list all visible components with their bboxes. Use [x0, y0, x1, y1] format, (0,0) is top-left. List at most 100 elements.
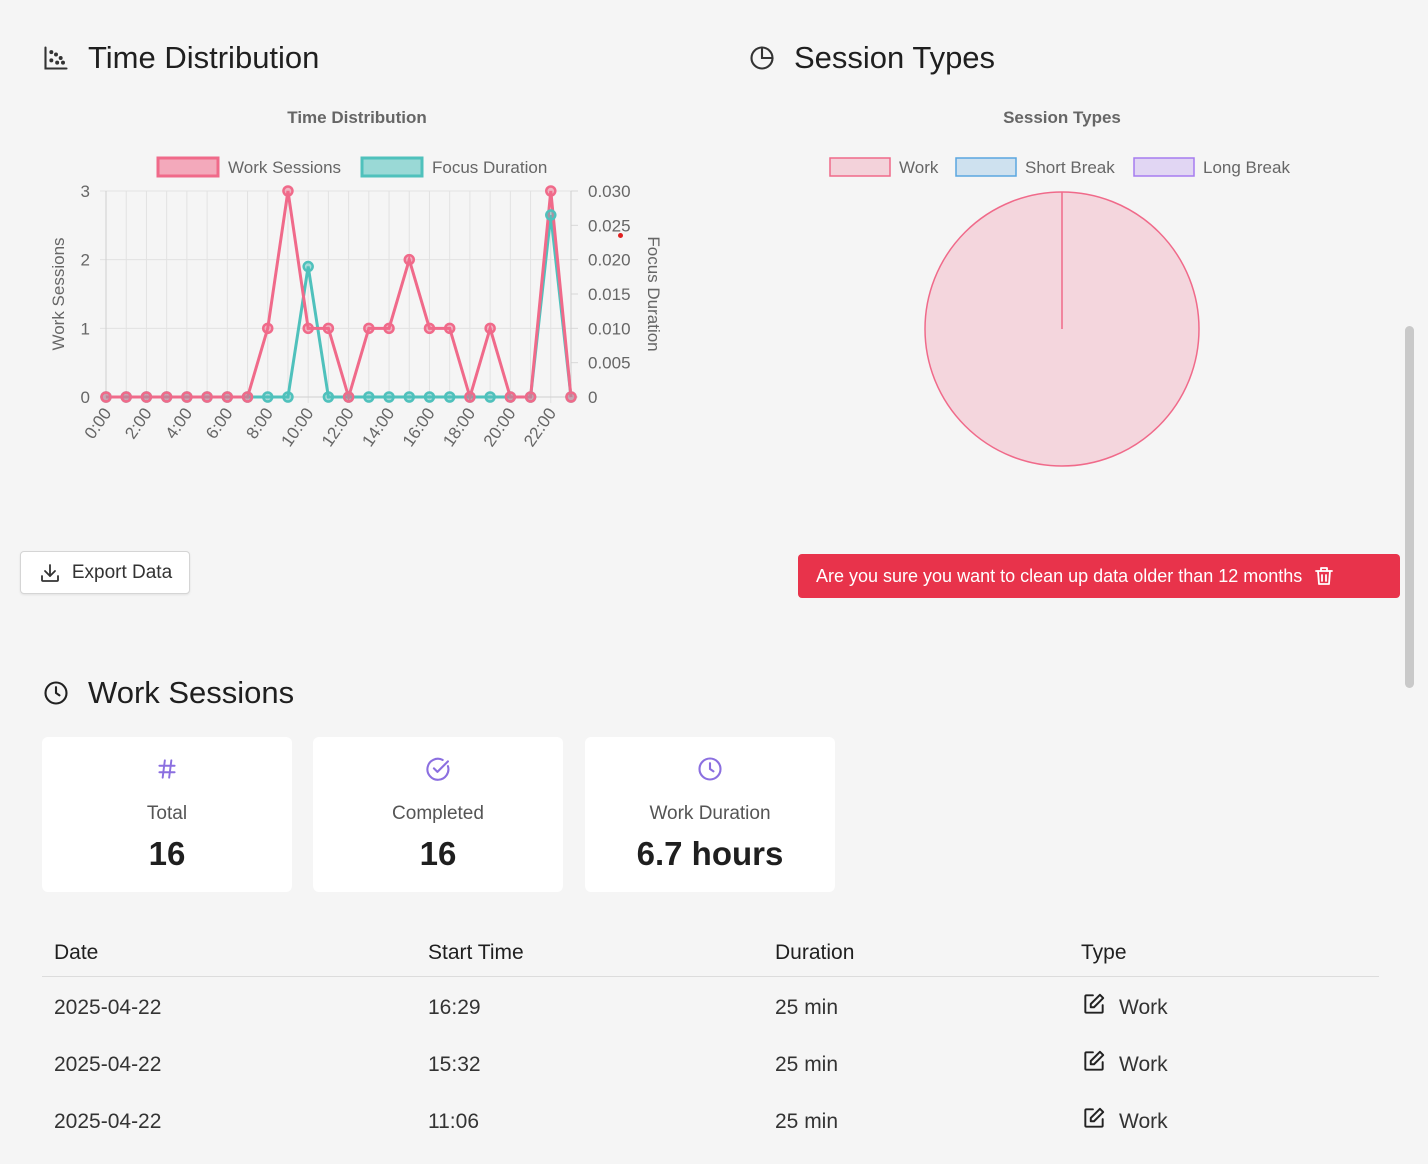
- data-point: [545, 185, 557, 197]
- x-tick-label: 14:00: [358, 404, 398, 450]
- pie-chart-icon: [748, 44, 776, 72]
- data-point: [140, 391, 153, 403]
- data-point: [423, 322, 436, 335]
- x-tick-label: 18:00: [439, 404, 479, 450]
- edit-icon[interactable]: [1081, 991, 1107, 1017]
- export-data-label: Export Data: [71, 561, 173, 583]
- cell-type: Work: [1069, 1107, 1379, 1134]
- cell-date: 2025-04-22: [54, 1109, 162, 1133]
- stat-label: Total: [146, 803, 188, 824]
- check-circle-icon: [424, 755, 452, 783]
- y-right-tick-label: 0.020: [588, 251, 631, 270]
- data-point: [565, 391, 577, 403]
- trash-icon: [1315, 567, 1334, 585]
- cell-type-label: Work: [1119, 1052, 1168, 1076]
- y-right-tick-label: 0.015: [588, 285, 631, 304]
- table-row: 2025-04-22 15:32 25 min Work: [42, 1036, 1379, 1093]
- cell-type: Work: [1069, 993, 1379, 1020]
- legend-swatch: [156, 156, 220, 178]
- legend-label: Work: [899, 158, 939, 177]
- data-point: [302, 322, 314, 335]
- column-header-duration[interactable]: Duration: [763, 941, 1069, 965]
- data-point: [383, 391, 395, 403]
- y-axis-right-title: Focus Duration: [644, 236, 663, 351]
- cell-date: 2025-04-22: [54, 995, 162, 1019]
- data-point: [443, 322, 456, 335]
- chart-title: Session Types: [1003, 108, 1121, 127]
- data-point: [181, 391, 193, 403]
- data-point: [201, 391, 213, 403]
- table-row: 2025-04-22 16:29 25 min Work: [42, 979, 1379, 1036]
- hash-icon: [153, 755, 181, 783]
- data-point: [322, 322, 335, 335]
- x-tick-label: 10:00: [277, 404, 317, 450]
- cell-duration: 25 min: [775, 1109, 839, 1133]
- stat-value: 16: [419, 835, 457, 872]
- work-sessions-table: Date Start Time Duration Type 2025-04-22…: [42, 930, 1379, 1150]
- data-point: [221, 391, 234, 403]
- data-point: [363, 391, 375, 403]
- legend-label: Short Break: [1025, 158, 1115, 177]
- y-tick-label: 2: [81, 251, 90, 270]
- data-point: [282, 185, 294, 197]
- column-header-start-time[interactable]: Start Time: [416, 941, 763, 965]
- cursor-dot: [618, 233, 623, 238]
- data-point: [484, 391, 496, 403]
- chart-title: Time Distribution: [287, 108, 426, 127]
- clock-icon: [696, 755, 724, 783]
- edit-icon[interactable]: [1081, 1048, 1107, 1074]
- x-tick-label: 20:00: [480, 404, 520, 450]
- cell-duration: 25 min: [775, 1052, 839, 1076]
- y-right-tick-label: 0: [588, 388, 597, 407]
- data-point: [322, 391, 335, 403]
- x-tick-label: 8:00: [242, 404, 277, 442]
- column-header-date[interactable]: Date: [42, 941, 416, 965]
- time-distribution-title: Time Distribution: [88, 40, 320, 75]
- stat-card-total: Total 16: [42, 737, 292, 892]
- data-point: [241, 391, 254, 403]
- data-point: [120, 391, 132, 403]
- cleanup-data-button[interactable]: Are you sure you want to clean up data o…: [798, 554, 1400, 598]
- page-scrollbar[interactable]: [1405, 326, 1414, 688]
- work-sessions-title: Work Sessions: [88, 675, 295, 710]
- edit-icon[interactable]: [1081, 1105, 1107, 1131]
- download-icon: [40, 563, 59, 582]
- stat-card-work-duration: Work Duration 6.7 hours: [585, 737, 835, 892]
- column-header-type[interactable]: Type: [1069, 941, 1379, 965]
- table-header: Date Start Time Duration Type: [42, 930, 1379, 977]
- x-tick-label: 4:00: [162, 404, 197, 442]
- legend-swatch: [1133, 157, 1195, 177]
- time-distribution-chart: Time Distribution Work Sessions Focus Dura…: [30, 96, 680, 496]
- legend-item: Long Break: [1133, 157, 1290, 177]
- data-point: [464, 391, 476, 403]
- data-point: [342, 391, 355, 403]
- stat-value: 16: [148, 835, 186, 872]
- x-tick-label: 0:00: [81, 404, 116, 442]
- session-types-chart: Session Types Work Short Break Long Break: [790, 96, 1350, 496]
- series-line-work-sessions: [106, 190, 573, 403]
- time-distribution-chart-svg: Time Distribution Work Sessions Focus Dura…: [49, 108, 663, 450]
- legend-swatch: [829, 157, 891, 177]
- stat-label: Work Duration: [649, 803, 771, 824]
- data-point: [423, 391, 436, 403]
- cell-type: Work: [1069, 1050, 1379, 1077]
- cleanup-data-label: Are you sure you want to clean up data o…: [816, 565, 1303, 586]
- data-point: [403, 253, 416, 266]
- data-point: [545, 209, 557, 221]
- data-point: [403, 391, 416, 403]
- stat-card-completed: Completed 16: [313, 737, 563, 892]
- cell-start-time: 16:29: [428, 995, 481, 1019]
- data-point: [504, 391, 517, 403]
- x-tick-label: 16:00: [399, 404, 439, 450]
- data-point: [100, 391, 112, 403]
- scatter-chart-icon: [42, 44, 70, 72]
- time-distribution-heading: Time Distribution: [42, 40, 319, 76]
- data-point: [160, 391, 173, 403]
- table-row: 2025-04-22 11:06 25 min Work: [42, 1093, 1379, 1150]
- y-right-tick-label: 0.010: [588, 319, 631, 338]
- data-point: [484, 322, 496, 335]
- export-data-button[interactable]: Export Data: [20, 551, 190, 594]
- cell-duration: 25 min: [775, 995, 839, 1019]
- legend-swatch: [955, 157, 1017, 177]
- data-point: [261, 322, 274, 335]
